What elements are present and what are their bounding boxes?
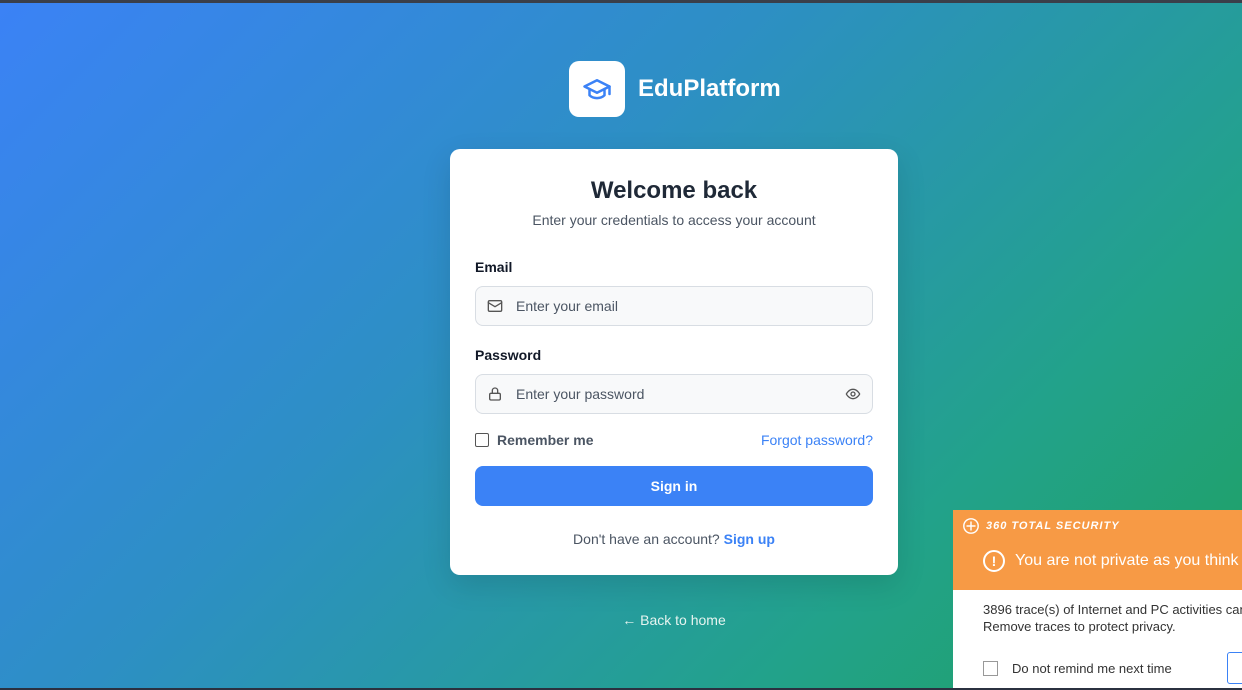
email-field-wrapper[interactable] — [475, 286, 873, 326]
brand-logo — [569, 61, 625, 117]
signup-prompt: Don't have an account? — [573, 531, 720, 547]
email-label: Email — [475, 259, 513, 275]
lock-icon — [489, 387, 501, 401]
popup-warning: ! You are not private as you think — [983, 550, 1239, 572]
shield-plus-icon — [963, 518, 979, 534]
signup-row: Don't have an account? Sign up — [450, 531, 898, 547]
popup-body-line2: Remove traces to protect privacy. — [983, 619, 1176, 634]
graduation-cap-icon — [583, 79, 611, 100]
remember-checkbox[interactable] — [475, 433, 489, 447]
popup-body: 3896 trace(s) of Internet and PC activit… — [983, 601, 1242, 635]
window-top-border — [0, 0, 1242, 3]
eye-icon[interactable] — [845, 386, 861, 402]
remind-label: Do not remind me next time — [1012, 661, 1172, 676]
popup-brand: 360 TOTAL SECURITY — [962, 517, 1120, 535]
password-label: Password — [475, 347, 542, 363]
email-input[interactable] — [516, 287, 836, 325]
card-subtitle: Enter your credentials to access your ac… — [532, 212, 816, 228]
login-card: Welcome back Enter your credentials to a… — [450, 149, 898, 575]
popup-body-line1: 3896 trace(s) of Internet and PC activit… — [983, 602, 1242, 617]
security-popup: 360 TOTAL SECURITY ! You are not private… — [953, 510, 1242, 688]
password-input[interactable] — [516, 375, 836, 413]
warning-icon: ! — [983, 550, 1005, 572]
brand-header: EduPlatform — [569, 61, 781, 117]
popup-remind[interactable]: Do not remind me next time — [983, 661, 1172, 676]
brand-name: EduPlatform — [638, 75, 781, 102]
popup-warning-text: You are not private as you think — [1015, 552, 1239, 569]
popup-header: 360 TOTAL SECURITY ! You are not private… — [953, 510, 1242, 590]
password-field-wrapper[interactable] — [475, 374, 873, 414]
sign-up-link[interactable]: Sign up — [724, 531, 775, 547]
remind-checkbox[interactable] — [983, 661, 998, 676]
popup-brand-name: 360 TOTAL SECURITY — [986, 520, 1120, 532]
forgot-password-link[interactable]: Forgot password? — [761, 432, 873, 448]
mail-icon — [487, 300, 503, 312]
remember-me[interactable]: Remember me — [475, 432, 594, 448]
card-title: Welcome back — [590, 177, 758, 204]
sign-in-button[interactable]: Sign in — [475, 466, 873, 506]
remember-label: Remember me — [497, 432, 594, 448]
popup-action-button[interactable] — [1227, 652, 1242, 684]
